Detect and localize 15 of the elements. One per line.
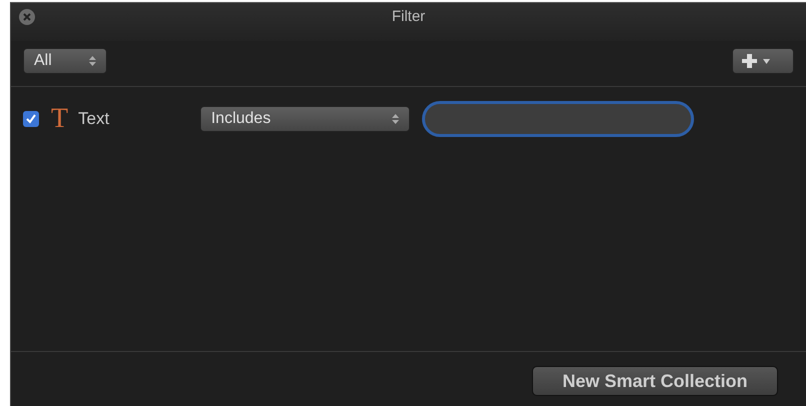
text-icon: T xyxy=(51,105,68,133)
window-title: Filter xyxy=(392,8,426,25)
operator-popup[interactable]: Includes xyxy=(200,106,410,132)
rule-checkbox[interactable] xyxy=(23,111,39,127)
close-icon xyxy=(23,13,31,21)
scope-popup[interactable]: All xyxy=(23,48,107,74)
stepper-arrows-icon xyxy=(392,113,400,125)
add-rule-button[interactable] xyxy=(732,48,794,74)
rule-label: Text xyxy=(78,109,110,129)
new-smart-collection-button[interactable]: New Smart Collection xyxy=(532,366,778,396)
plus-icon xyxy=(741,54,771,68)
checkmark-icon xyxy=(25,113,37,125)
stepper-arrows-icon xyxy=(89,54,96,66)
close-button[interactable] xyxy=(19,9,35,25)
value-field[interactable] xyxy=(422,101,694,137)
